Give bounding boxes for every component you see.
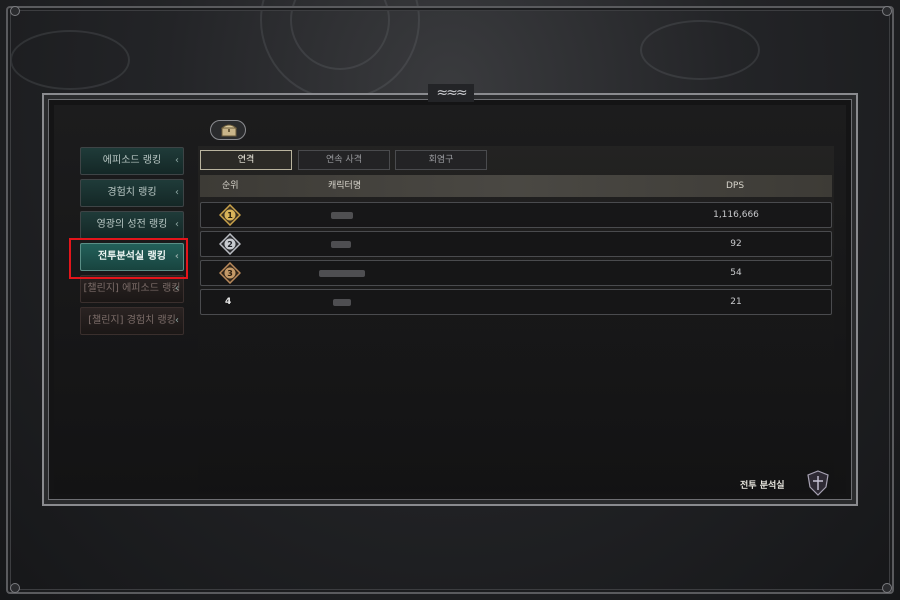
table-row[interactable]: 2 92 — [200, 231, 832, 257]
corner-rivet — [10, 6, 20, 16]
sidebar-item-challenge-exp[interactable]: [챌린지] 경험치 랭킹 ‹ — [80, 307, 184, 335]
rank-number: 3 — [227, 269, 233, 278]
rank-number: 4 — [225, 297, 232, 307]
rank-gold-badge-icon: 1 — [219, 204, 241, 226]
sidebar-item-episode[interactable]: 에피소드 랭킹 ‹ — [80, 147, 184, 175]
treasure-chest-icon[interactable] — [210, 120, 246, 140]
chevron-left-icon: ‹ — [175, 315, 179, 326]
shield-emblem-icon[interactable] — [806, 470, 830, 496]
corner-rivet — [882, 583, 892, 593]
chevron-left-icon: ‹ — [175, 219, 179, 230]
rank-number: 2 — [227, 240, 233, 249]
tab-fireball[interactable]: 회염구 — [395, 150, 487, 170]
corner-rivet — [10, 583, 20, 593]
sidebar-item-temple[interactable]: 영광의 성전 랭킹 ‹ — [80, 211, 184, 239]
character-name-redacted — [319, 270, 365, 277]
character-name-redacted — [331, 212, 353, 219]
tab-slash[interactable]: 연격 — [200, 150, 292, 170]
dps-value: 54 — [730, 268, 742, 278]
rank-silver-badge-icon: 2 — [219, 233, 241, 255]
sidebar-item-challenge-episode[interactable]: [챌린지] 에피소드 랭킹 ‹ — [80, 275, 184, 303]
footer-label: 전투 분석실 — [740, 481, 785, 491]
table-row[interactable]: 1 1,116,666 — [200, 202, 832, 228]
tab-label: 연속 사격 — [326, 155, 362, 165]
table-row[interactable]: 4 21 — [200, 289, 832, 315]
sidebar-item-label: [챌린지] 경험치 랭킹 — [88, 315, 176, 326]
top-ornament-icon: ≈≈≈ — [428, 84, 474, 102]
dps-value: 1,116,666 — [713, 210, 759, 220]
column-header-rank: 순위 — [222, 181, 239, 191]
sidebar-item-label: 영광의 성전 랭킹 — [96, 219, 168, 230]
chevron-left-icon: ‹ — [175, 155, 179, 166]
sidebar-item-label: 경험치 랭킹 — [107, 187, 157, 198]
tab-label: 연격 — [237, 155, 255, 165]
rank-bronze-badge-icon: 3 — [219, 262, 241, 284]
table-row[interactable]: 3 54 — [200, 260, 832, 286]
table-header: 순위 캐릭터명 DPS — [200, 175, 832, 197]
tab-label: 회염구 — [428, 155, 454, 165]
character-name-redacted — [331, 241, 351, 248]
character-name-redacted — [333, 299, 351, 306]
tab-rapid-fire[interactable]: 연속 사격 — [298, 150, 390, 170]
column-header-dps: DPS — [726, 181, 745, 191]
sidebar-item-label: [챌린지] 에피소드 랭킹 — [83, 283, 181, 294]
dps-value: 92 — [730, 239, 742, 249]
sidebar-item-label: 에피소드 랭킹 — [102, 155, 162, 166]
content-area — [198, 146, 834, 492]
highlight-box — [69, 238, 188, 279]
chevron-left-icon: ‹ — [175, 187, 179, 198]
chevron-left-icon: ‹ — [175, 283, 179, 294]
column-header-name: 캐릭터명 — [328, 181, 362, 191]
sidebar-item-exp[interactable]: 경험치 랭킹 ‹ — [80, 179, 184, 207]
dps-value: 21 — [730, 297, 742, 307]
rank-number: 1 — [227, 211, 233, 220]
corner-rivet — [882, 6, 892, 16]
